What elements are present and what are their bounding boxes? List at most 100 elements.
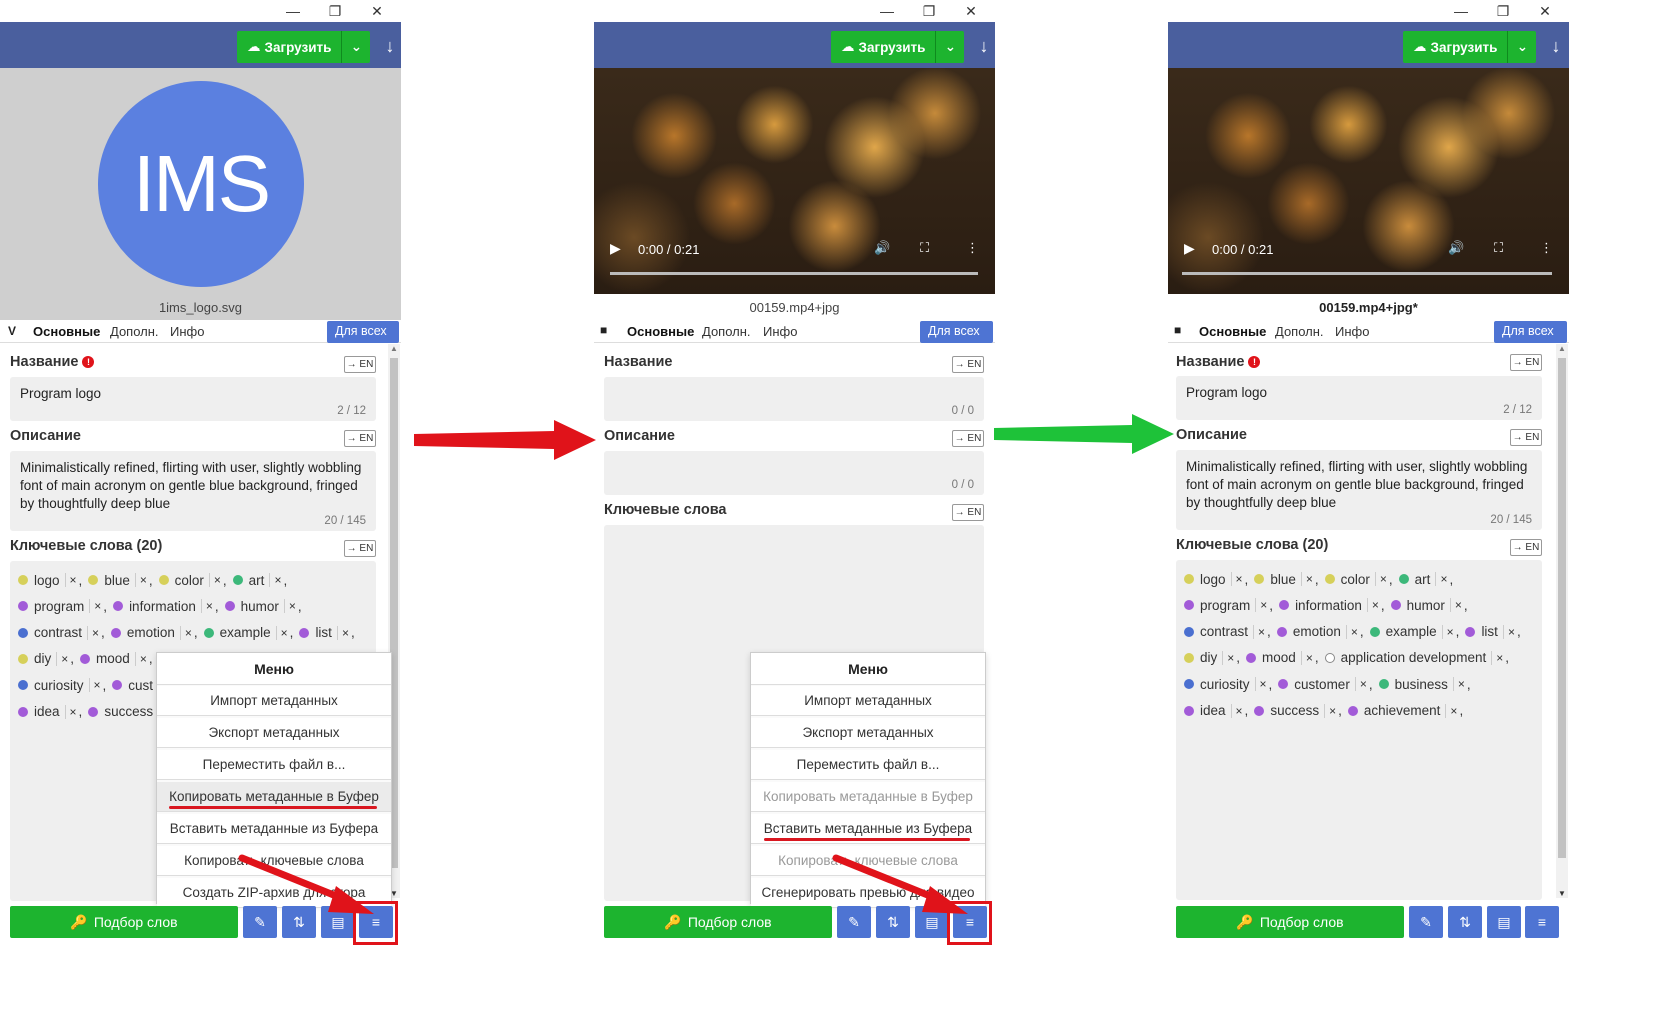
remove-keyword-icon[interactable]: × xyxy=(1230,572,1243,586)
more-options-icon[interactable]: ⋮ xyxy=(966,240,979,256)
remove-keyword-icon[interactable]: × xyxy=(134,651,147,666)
sort-button[interactable]: ⇅ xyxy=(1448,906,1482,938)
tab-info[interactable]: Инфо xyxy=(1335,324,1369,339)
document-button[interactable]: ▤ xyxy=(1487,906,1521,938)
remove-keyword-icon[interactable]: × xyxy=(1452,677,1465,692)
upload-dropdown-button[interactable]: ⌄ xyxy=(936,31,964,63)
keyword-chip[interactable]: information ×, xyxy=(1279,594,1385,616)
remove-keyword-icon[interactable]: × xyxy=(1253,624,1265,639)
upload-button[interactable]: ☁ Загрузить xyxy=(237,31,343,63)
title-field[interactable]: Program logo 2 / 12 xyxy=(10,377,376,421)
menu-item[interactable]: Экспорт метаданных xyxy=(751,718,985,748)
menu-item[interactable]: Импорт метаданных xyxy=(157,686,391,716)
remove-keyword-icon[interactable]: × xyxy=(1300,650,1313,665)
download-arrow-icon[interactable]: ↓ xyxy=(977,32,991,60)
translate-en-button[interactable]: → EN xyxy=(1510,354,1542,371)
remove-keyword-icon[interactable]: × xyxy=(1441,624,1454,639)
translate-en-button[interactable]: → EN xyxy=(952,504,984,521)
keyword-chip[interactable]: success ×, xyxy=(1254,700,1342,722)
remove-keyword-icon[interactable]: × xyxy=(1366,598,1379,613)
play-icon[interactable]: ▶ xyxy=(610,240,621,257)
minimize-button[interactable]: — xyxy=(270,0,316,22)
remove-keyword-icon[interactable]: × xyxy=(179,625,192,640)
tab-info[interactable]: Инфо xyxy=(763,324,797,339)
match-words-button[interactable]: 🔑 Подбор слов xyxy=(1176,906,1404,938)
remove-keyword-icon[interactable]: × xyxy=(1222,650,1234,665)
keyword-chip[interactable]: contrast ×, xyxy=(18,622,105,644)
keyword-chip[interactable]: humor ×, xyxy=(224,595,302,617)
keyword-chip[interactable]: emotion ×, xyxy=(1276,621,1364,643)
keyword-chip[interactable]: blue ×, xyxy=(88,569,153,591)
title-field[interactable]: 0 / 0 xyxy=(604,377,984,421)
keyword-chip[interactable]: color ×, xyxy=(1324,568,1393,590)
remove-keyword-icon[interactable]: × xyxy=(1445,703,1457,718)
menu-item[interactable]: Импорт метаданных xyxy=(751,686,985,716)
remove-keyword-icon[interactable]: × xyxy=(1449,598,1462,613)
remove-keyword-icon[interactable]: × xyxy=(134,573,147,587)
remove-keyword-icon[interactable]: × xyxy=(89,599,101,614)
keyword-chip[interactable]: logo ×, xyxy=(18,569,82,591)
remove-keyword-icon[interactable]: × xyxy=(64,573,77,587)
volume-icon[interactable]: 🔊 xyxy=(1448,240,1464,256)
menu-item[interactable]: Вставить метаданные из Буфера xyxy=(157,814,391,844)
video-progress-track[interactable] xyxy=(1182,272,1552,275)
scrollbar[interactable]: ▲ ▼ xyxy=(1556,344,1568,898)
keyword-chip[interactable]: art ×, xyxy=(1398,568,1453,590)
keyword-chip[interactable]: achievement ×, xyxy=(1347,700,1463,722)
keyword-chip[interactable]: list ×, xyxy=(299,622,355,644)
keyword-chip[interactable]: blue ×, xyxy=(1254,568,1319,590)
upload-dropdown-button[interactable]: ⌄ xyxy=(342,31,370,63)
menu-item[interactable]: Экспорт метаданных xyxy=(157,718,391,748)
keyword-chip[interactable]: humor ×, xyxy=(1390,594,1468,616)
minimize-button[interactable]: — xyxy=(1438,0,1484,22)
translate-en-button[interactable]: → EN xyxy=(952,430,984,447)
tab-extra[interactable]: Дополн. xyxy=(1275,324,1324,339)
tab-main[interactable]: Основные xyxy=(33,324,101,339)
keyword-chip[interactable]: example ×, xyxy=(1369,621,1459,643)
scroll-thumb[interactable] xyxy=(1558,358,1566,858)
remove-keyword-icon[interactable]: × xyxy=(1230,703,1243,718)
maximize-button[interactable]: ❐ xyxy=(906,0,952,22)
download-arrow-icon[interactable]: ↓ xyxy=(1549,32,1563,60)
tab-main[interactable]: Основные xyxy=(1199,324,1267,339)
keyword-chip[interactable]: diy ×, xyxy=(18,648,74,670)
tab-main[interactable]: Основные xyxy=(627,324,695,339)
tab-info[interactable]: Инфо xyxy=(170,324,204,339)
remove-keyword-icon[interactable]: × xyxy=(200,599,213,614)
remove-keyword-icon[interactable]: × xyxy=(1324,703,1336,718)
upload-dropdown-button[interactable]: ⌄ xyxy=(1508,31,1536,63)
play-icon[interactable]: ▶ xyxy=(1184,240,1195,257)
translate-en-button[interactable]: → EN xyxy=(1510,429,1542,446)
remove-keyword-icon[interactable]: × xyxy=(64,704,77,719)
upload-button[interactable]: ☁ Загрузить xyxy=(831,31,937,63)
remove-keyword-icon[interactable]: × xyxy=(336,625,349,640)
upload-button[interactable]: ☁ Загрузить xyxy=(1403,31,1509,63)
scroll-down-arrow[interactable]: ▼ xyxy=(1558,889,1566,898)
keyword-chip[interactable]: curiosity ×, xyxy=(18,674,106,696)
keyword-chip[interactable]: business ×, xyxy=(1378,673,1471,695)
minimize-button[interactable]: — xyxy=(864,0,910,22)
remove-keyword-icon[interactable]: × xyxy=(208,573,221,587)
translate-en-button[interactable]: → EN xyxy=(344,540,376,557)
remove-keyword-icon[interactable]: × xyxy=(88,678,101,693)
keyword-chip[interactable]: application development ×, xyxy=(1324,647,1509,669)
remove-keyword-icon[interactable]: × xyxy=(1491,650,1503,665)
translate-en-button[interactable]: → EN xyxy=(1510,539,1542,556)
keyword-chip[interactable]: emotion ×, xyxy=(110,622,198,644)
menu-item[interactable]: Переместить файл в... xyxy=(751,750,985,780)
keyword-chip[interactable]: idea ×, xyxy=(1184,700,1248,722)
more-options-icon[interactable]: ⋮ xyxy=(1540,240,1553,256)
keyword-chip[interactable]: curiosity ×, xyxy=(1184,673,1272,695)
keyword-chip[interactable]: program ×, xyxy=(1184,594,1273,616)
remove-keyword-icon[interactable]: × xyxy=(1354,677,1367,692)
remove-keyword-icon[interactable]: × xyxy=(1435,572,1447,586)
keyword-chip[interactable]: idea ×, xyxy=(18,701,82,723)
fullscreen-icon[interactable]: ⛶ xyxy=(920,240,929,256)
description-field[interactable]: Minimalistically refined, flirting with … xyxy=(1176,450,1542,530)
remove-keyword-icon[interactable]: × xyxy=(87,625,99,640)
close-button[interactable]: ✕ xyxy=(948,0,994,22)
match-words-button[interactable]: 🔑 Подбор слов xyxy=(10,906,238,938)
keyword-chip[interactable]: example ×, xyxy=(203,622,293,644)
keyword-chip[interactable]: list ×, xyxy=(1465,621,1521,643)
remove-keyword-icon[interactable]: × xyxy=(1374,572,1387,586)
